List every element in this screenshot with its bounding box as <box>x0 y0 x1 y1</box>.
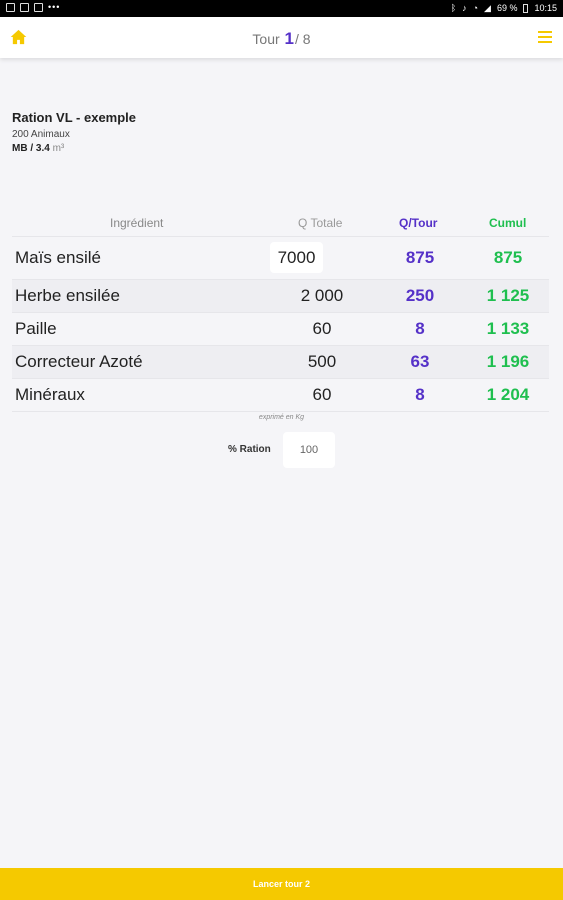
table-row[interactable]: Minéraux 60 8 1 204 <box>12 378 549 412</box>
tour-current: 1 <box>284 29 294 48</box>
ingredient-name: Herbe ensilée <box>15 286 120 305</box>
launch-tour-button[interactable]: Lancer tour 2 <box>0 868 563 900</box>
q-totale-value: 2 000 <box>300 286 344 305</box>
q-tour-value: 8 <box>415 385 425 404</box>
battery-icon <box>523 4 529 13</box>
q-tour-value: 875 <box>405 248 435 267</box>
header-ingredient: Ingrédient <box>110 216 164 230</box>
cumul-value: 1 133 <box>486 319 530 338</box>
unit-note: exprimé en Kg <box>258 414 305 421</box>
status-bar: ••• ᛒ ♪ ◔ ◢ 69 % 10:15 <box>0 0 563 17</box>
more-notifications-icon: ••• <box>48 2 61 12</box>
ration-percent-row: % Ration <box>0 432 563 468</box>
mb-volume: MB / 3.4 m³ <box>12 143 136 154</box>
ingredients-table: Ingrédient Q Totale Q/Tour Cumul Maïs en… <box>12 212 549 412</box>
animal-count: 200 Animaux <box>12 129 70 140</box>
tour-separator: / <box>295 31 299 47</box>
bluetooth-icon: ᛒ <box>450 3 457 13</box>
q-totale-input[interactable] <box>270 242 323 273</box>
table-row[interactable]: Herbe ensilée 2 000 250 1 125 <box>12 279 549 312</box>
q-totale-value: 60 <box>312 319 332 338</box>
ingredient-name: Correcteur Azoté <box>15 352 143 371</box>
tour-label: Tour <box>252 31 280 47</box>
ration-name: Ration VL - exemple <box>12 110 137 125</box>
wifi-icon: ◔ <box>472 3 479 13</box>
mb-unit: m³ <box>52 143 65 154</box>
gallery-icon <box>6 3 15 12</box>
header-cumul: Cumul <box>489 216 527 230</box>
ingredient-name: Minéraux <box>15 385 85 404</box>
cumul-value: 1 196 <box>486 352 530 371</box>
table-row: Maïs ensilé 875 875 <box>12 236 549 279</box>
table-header: Ingrédient Q Totale Q/Tour Cumul <box>12 212 549 236</box>
app-bar: Tour 1/ 8 <box>0 17 563 58</box>
header-q-tour: Q/Tour <box>399 216 438 230</box>
q-totale-value: 500 <box>307 352 337 371</box>
signal-icon: ◢ <box>484 3 491 13</box>
tour-total: 8 <box>302 31 311 47</box>
q-totale-value: 60 <box>312 385 332 404</box>
status-notification-icons: ••• <box>6 3 60 12</box>
status-system-icons: ᛒ ♪ ◔ ◢ 69 % 10:15 <box>451 3 557 14</box>
page-title: Tour 1/ 8 <box>0 29 563 49</box>
menu-icon[interactable] <box>538 31 552 43</box>
ration-percent-input[interactable] <box>283 432 335 468</box>
battery-percent: 69 % <box>496 3 518 13</box>
cumul-value: 1 125 <box>486 286 530 305</box>
mute-icon: ♪ <box>462 3 467 13</box>
ration-percent-label: % Ration <box>228 444 271 455</box>
ration-info: Ration VL - exemple 200 Animaux MB / 3.4… <box>12 110 136 154</box>
header-q-totale: Q Totale <box>298 216 343 230</box>
cumul-value: 875 <box>493 248 523 267</box>
table-row[interactable]: Correcteur Azoté 500 63 1 196 <box>12 345 549 378</box>
clock: 10:15 <box>534 3 557 13</box>
table-row[interactable]: Paille 60 8 1 133 <box>12 312 549 345</box>
q-tour-value: 63 <box>410 352 430 371</box>
flipboard-icon <box>34 3 43 12</box>
ingredient-name: Maïs ensilé <box>15 248 101 267</box>
image-icon <box>20 3 29 12</box>
ingredient-name: Paille <box>15 319 57 338</box>
mb-label: MB / 3.4 <box>12 143 50 154</box>
q-tour-value: 8 <box>415 319 425 338</box>
q-tour-value: 250 <box>405 286 435 305</box>
cumul-value: 1 204 <box>486 385 530 404</box>
